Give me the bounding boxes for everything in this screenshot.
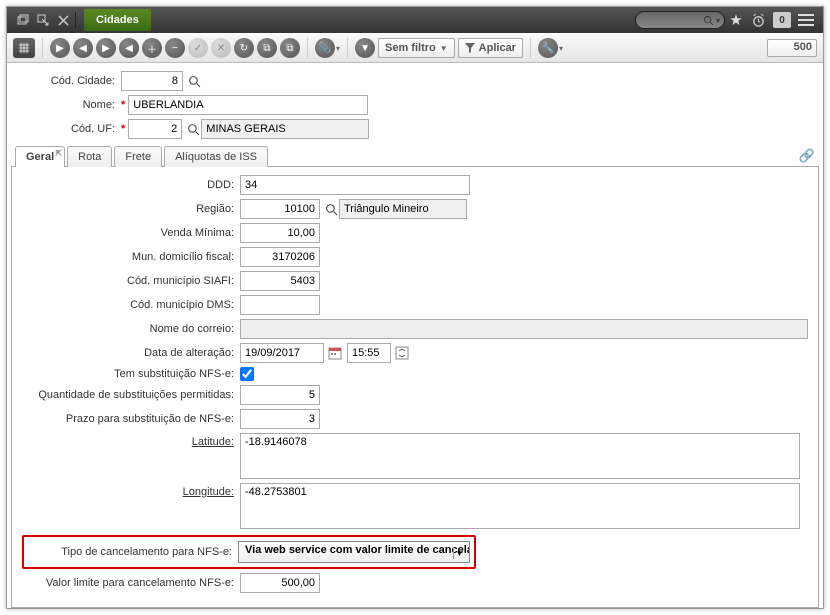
dms-input[interactable] xyxy=(240,295,320,315)
regiao-label: Região: xyxy=(22,203,240,215)
qtd-substituicoes-label: Quantidade de substituições permitidas: xyxy=(22,389,240,401)
apply-filter-button[interactable]: Aplicar xyxy=(458,38,523,58)
tab-rota[interactable]: Rota xyxy=(67,146,112,167)
favorite-icon[interactable]: ★ xyxy=(725,9,747,31)
titlebar-search[interactable]: ▾ xyxy=(635,11,725,29)
regiao-nome-display xyxy=(339,199,467,219)
cod-cidade-label: Cód. Cidade: xyxy=(17,75,121,87)
longitude-label: Longitude: xyxy=(22,483,240,498)
nav-prev-button[interactable]: ◀ xyxy=(73,38,93,58)
cod-cidade-input[interactable] xyxy=(121,71,183,91)
filter-funnel-button[interactable]: ▼ xyxy=(355,38,375,58)
window-close-icon[interactable] xyxy=(53,10,73,30)
search-icon xyxy=(703,15,714,26)
tabs-link-icon[interactable]: 🔗 xyxy=(799,148,815,164)
qtd-substituicoes-input[interactable] xyxy=(240,385,320,405)
lookup-icon[interactable] xyxy=(185,121,201,137)
attach-caret-icon[interactable]: ▾ xyxy=(336,44,340,53)
chevron-down-icon: ▼ xyxy=(440,44,448,53)
uf-nome-display xyxy=(201,119,369,139)
tab-link-icon: ⇱ xyxy=(55,149,62,158)
confirm-button[interactable]: ✓ xyxy=(188,38,208,58)
apply-label: Aplicar xyxy=(479,42,516,54)
valor-limite-label: Valor limite para cancelamento NFS-e: xyxy=(22,577,240,589)
select-value: Via web service com valor limite de canc… xyxy=(245,544,470,556)
mun-domicilio-input[interactable] xyxy=(240,247,320,267)
tab-geral[interactable]: Geral ⇱ xyxy=(15,146,65,167)
notification-badge[interactable]: 0 xyxy=(773,12,791,28)
data-alteracao-input[interactable] xyxy=(240,343,324,363)
copy-button[interactable]: ⧉ xyxy=(257,38,277,58)
record-count: 500 xyxy=(767,39,817,57)
cancel-button[interactable]: ✕ xyxy=(211,38,231,58)
prazo-substituicao-label: Prazo para substituição de NFS-e: xyxy=(22,413,240,425)
search-caret-icon: ▾ xyxy=(716,16,720,25)
tem-substituicao-label: Tem substituição NFS-e: xyxy=(22,368,240,380)
tabs-container: Geral ⇱ Rota Frete Alíquotas de ISS 🔗 DD… xyxy=(11,145,819,608)
window-detach-icon[interactable] xyxy=(33,10,53,30)
correio-display xyxy=(240,319,808,339)
data-alteracao-label: Data de alteração: xyxy=(22,347,240,359)
lookup-icon[interactable] xyxy=(186,73,202,89)
ddd-label: DDD: xyxy=(22,179,240,191)
mun-domicilio-label: Mun. domicílio fiscal: xyxy=(22,251,240,263)
tab-strip: Geral ⇱ Rota Frete Alíquotas de ISS xyxy=(11,145,819,166)
window-title: Cidades xyxy=(84,9,151,31)
longitude-input[interactable]: -48.2753801 xyxy=(240,483,800,529)
alarm-icon[interactable] xyxy=(747,9,769,31)
calendar-icon[interactable] xyxy=(327,345,343,361)
window-restore-icon[interactable] xyxy=(13,10,33,30)
tipo-cancelamento-label: Tipo de cancelamento para NFS-e: xyxy=(28,546,238,558)
toolbar: ▶ ◀ ▶ ◀ ＋ − ✓ ✕ ↻ ⧉ ⧉ 📎 ▾ ▼ Sem filtro ▼… xyxy=(7,33,823,63)
required-marker: * xyxy=(121,99,125,111)
venda-minima-label: Venda Mínima: xyxy=(22,227,240,239)
filter-label: Sem filtro xyxy=(385,42,436,54)
attach-button[interactable]: 📎 xyxy=(315,38,335,58)
refresh-button[interactable]: ↻ xyxy=(234,38,254,58)
hora-alteracao-input[interactable] xyxy=(347,343,391,363)
tab-aliquotas-iss[interactable]: Alíquotas de ISS xyxy=(164,146,268,167)
nome-input[interactable] xyxy=(128,95,368,115)
dms-label: Cód. município DMS: xyxy=(22,299,240,311)
nav-next-button[interactable]: ▶ xyxy=(96,38,116,58)
grid-button[interactable] xyxy=(13,38,35,58)
tools-button[interactable]: 🔧 xyxy=(538,38,558,58)
cod-uf-label: Cód. UF: xyxy=(17,123,121,135)
siafi-input[interactable] xyxy=(240,271,320,291)
latitude-label: Latitude: xyxy=(22,433,240,448)
nav-first-button[interactable]: ▶ xyxy=(50,38,70,58)
chevron-down-icon: ▼ xyxy=(453,547,465,559)
siafi-label: Cód. município SIAFI: xyxy=(22,275,240,287)
required-marker: * xyxy=(121,123,125,135)
paste-button[interactable]: ⧉ xyxy=(280,38,300,58)
valor-limite-input[interactable] xyxy=(240,573,320,593)
tipo-cancelamento-select[interactable]: Via web service com valor limite de canc… xyxy=(238,541,470,563)
cod-uf-input[interactable] xyxy=(128,119,182,139)
time-picker-icon[interactable] xyxy=(394,345,410,361)
menu-icon[interactable] xyxy=(795,9,817,31)
regiao-code-input[interactable] xyxy=(240,199,320,219)
titlebar-divider xyxy=(75,12,76,28)
app-window: Cidades ▾ ★ 0 ▶ ◀ ▶ ◀ ＋ − ✓ ✕ ↻ ⧉ ⧉ 📎 ▾ xyxy=(6,6,824,609)
header-form: Cód. Cidade: Nome: * Cód. UF: * xyxy=(7,63,823,139)
nome-label: Nome: xyxy=(17,99,121,111)
titlebar: Cidades ▾ ★ 0 xyxy=(7,7,823,33)
filter-select[interactable]: Sem filtro ▼ xyxy=(378,38,455,58)
highlighted-field: Tipo de cancelamento para NFS-e: Via web… xyxy=(22,535,476,569)
lookup-icon[interactable] xyxy=(323,201,339,217)
ddd-input[interactable] xyxy=(240,175,470,195)
nav-last-button[interactable]: ◀ xyxy=(119,38,139,58)
funnel-icon xyxy=(465,43,475,53)
remove-button[interactable]: − xyxy=(165,38,185,58)
venda-minima-input[interactable] xyxy=(240,223,320,243)
prazo-substituicao-input[interactable] xyxy=(240,409,320,429)
tab-label: Geral xyxy=(26,151,54,163)
latitude-input[interactable]: -18.9146078 xyxy=(240,433,800,479)
tem-substituicao-checkbox[interactable] xyxy=(240,367,254,381)
correio-label: Nome do correio: xyxy=(22,323,240,335)
add-button[interactable]: ＋ xyxy=(142,38,162,58)
tab-panel-geral: DDD: Região: Venda Mínima: Mun. domicíli… xyxy=(11,166,819,608)
tools-caret-icon[interactable]: ▾ xyxy=(559,44,563,53)
tab-frete[interactable]: Frete xyxy=(114,146,162,167)
